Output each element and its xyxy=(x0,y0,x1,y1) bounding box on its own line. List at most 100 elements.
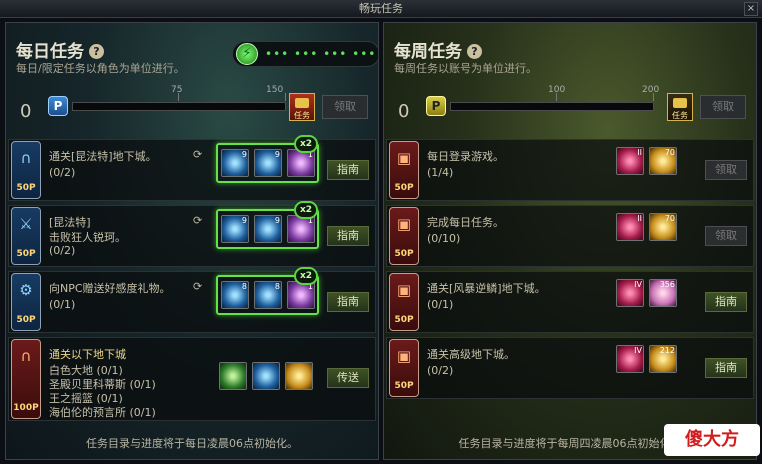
reward-items: IV 212 xyxy=(613,341,716,381)
dungeon-task-icon: ∩ 50P xyxy=(11,141,41,199)
task-progress: (0/10) xyxy=(427,232,461,245)
task-title: [昆法特] xyxy=(49,216,91,229)
weekly-task-row: ▣ 50P 通关[风暴逆鳞]地下城。 (0/1) IV 356 指南 xyxy=(386,271,754,333)
reward-item[interactable]: 70 xyxy=(649,147,677,175)
daily-title: 每日任务? xyxy=(16,37,104,62)
calendar-icon: ▣ 50P xyxy=(389,339,419,397)
daily-points: 0 xyxy=(20,101,32,122)
calendar-icon: ▣ 50P xyxy=(389,207,419,265)
guide-button[interactable]: 指南 xyxy=(327,292,369,312)
weekly-tick-end: 200 xyxy=(642,85,660,95)
reward-items: 9 9 1 x2 xyxy=(216,201,319,249)
help-icon[interactable]: ? xyxy=(467,44,482,59)
task-dungeon-line: 海伯伦的预言所 (0/1) xyxy=(49,406,156,419)
guide-button[interactable]: 指南 xyxy=(327,226,369,246)
task-progress: (0/1) xyxy=(427,298,454,311)
dungeon-gate-icon: ∩ 100P xyxy=(11,339,41,419)
claim-button[interactable]: 领取 xyxy=(705,160,747,180)
window-title: 畅玩任务 xyxy=(359,2,403,15)
daily-subtitle: 每日/限定任务以角色为单位进行。 xyxy=(16,62,185,75)
reward-item[interactable]: 212 xyxy=(649,345,677,373)
calendar-icon: ▣ 50P xyxy=(389,273,419,331)
points-icon: P xyxy=(48,96,68,116)
reward-item[interactable]: 1 xyxy=(287,215,315,243)
task-subtitle: 击败狂人锐珂。 xyxy=(49,231,126,244)
weekly-claim-button[interactable]: 领取 xyxy=(700,95,746,119)
task-title: 完成每日任务。 xyxy=(427,216,504,229)
fatigue-indicator: ⚡ ••• ••• ••• ••• xyxy=(232,41,378,67)
refresh-icon[interactable]: ⟳ xyxy=(193,214,202,227)
task-title: 通关高级地下城。 xyxy=(427,348,515,361)
sword-task-icon: ⚔ 50P xyxy=(11,207,41,265)
help-icon[interactable]: ? xyxy=(89,44,104,59)
daily-tick-end: 150 xyxy=(266,85,284,95)
weekly-subtitle: 每周任务以账号为单位进行。 xyxy=(394,62,537,75)
reward-item[interactable]: 9 xyxy=(221,149,249,177)
task-progress: (0/2) xyxy=(49,244,76,257)
double-reward-badge: x2 xyxy=(294,135,318,153)
refresh-icon[interactable]: ⟳ xyxy=(193,148,202,161)
reward-items: II 70 xyxy=(613,143,716,183)
reward-item[interactable]: 9 xyxy=(254,149,282,177)
daily-footer: 任务目录与进度将于每日凌晨06点初始化。 xyxy=(86,437,298,450)
reward-item[interactable]: 70 xyxy=(649,213,677,241)
points-icon: P xyxy=(426,96,446,116)
task-title: 通关[昆法特]地下城。 xyxy=(49,150,157,163)
reward-item[interactable]: IV xyxy=(616,345,644,373)
daily-tick-mid: 75 xyxy=(171,85,183,95)
reward-item[interactable]: 1 xyxy=(287,149,315,177)
task-title: 通关[风暴逆鳞]地下城。 xyxy=(427,282,546,295)
weekly-points: 0 xyxy=(398,101,410,122)
daily-task-row: ⚙ 50P 向NPC赠送好感度礼物。 (0/1) ⟳ 8 8 1 x2 指南 xyxy=(8,267,376,333)
reward-items: 8 8 1 x2 xyxy=(216,267,319,315)
close-button[interactable]: × xyxy=(744,2,758,16)
guide-button[interactable]: 指南 xyxy=(705,292,747,312)
double-reward-badge: x2 xyxy=(294,267,318,285)
reward-item[interactable]: IV xyxy=(616,279,644,307)
task-title: 每日登录游戏。 xyxy=(427,150,504,163)
claim-button[interactable]: 领取 xyxy=(705,226,747,246)
daily-task-row: ⚔ 50P [昆法特] 击败狂人锐珂。 (0/2) ⟳ 9 9 1 x2 指南 xyxy=(8,201,376,267)
task-progress: (1/4) xyxy=(427,166,454,179)
weekly-panel: 每周任务? 每周任务以账号为单位进行。 0 P 100 200 任务 领取 ▣ 5… xyxy=(383,22,757,460)
reward-chest-icon[interactable]: 任务 xyxy=(289,93,315,121)
reward-item[interactable] xyxy=(219,362,247,390)
reward-item[interactable] xyxy=(252,362,280,390)
refresh-icon[interactable]: ⟳ xyxy=(193,280,202,293)
calendar-icon: ▣ 50P xyxy=(389,141,419,199)
reward-items: 9 9 1 x2 xyxy=(216,135,319,183)
reward-chest-icon[interactable]: 任务 xyxy=(667,93,693,121)
reward-item[interactable]: 1 xyxy=(287,281,315,309)
task-progress: (0/2) xyxy=(49,166,76,179)
fatigue-dots: ••• ••• ••• ••• xyxy=(265,47,377,61)
weekly-task-row: ▣ 50P 完成每日任务。 (0/10) II 70 领取 xyxy=(386,205,754,267)
task-title: 通关以下地下城 xyxy=(49,348,126,361)
guide-button[interactable]: 指南 xyxy=(327,160,369,180)
reward-items: II 70 xyxy=(613,209,716,249)
window-titlebar: 畅玩任务 × xyxy=(0,0,762,18)
reward-item[interactable]: 8 xyxy=(254,281,282,309)
reward-item[interactable]: II xyxy=(616,213,644,241)
weekly-progress-bar xyxy=(450,102,654,111)
task-progress: (0/1) xyxy=(49,298,76,311)
weekly-tick-mid: 100 xyxy=(548,85,566,95)
daily-panel: 每日任务? 每日/限定任务以角色为单位进行。 ⚡ ••• ••• ••• •••… xyxy=(5,22,379,460)
reward-item[interactable]: 8 xyxy=(221,281,249,309)
teleport-button[interactable]: 传送 xyxy=(327,368,369,388)
reward-item[interactable] xyxy=(285,362,313,390)
lightning-icon: ⚡ xyxy=(236,43,258,65)
task-progress: (0/2) xyxy=(427,364,454,377)
reward-item[interactable]: II xyxy=(616,147,644,175)
guide-button[interactable]: 指南 xyxy=(705,358,747,378)
tick-mark xyxy=(285,93,286,101)
reward-item[interactable]: 356 xyxy=(649,279,677,307)
task-title: 向NPC赠送好感度礼物。 xyxy=(49,282,171,295)
reward-item[interactable]: 9 xyxy=(221,215,249,243)
gear-icon: ⚙ 50P xyxy=(11,273,41,331)
reward-items: IV 356 xyxy=(613,275,716,315)
daily-claim-button[interactable]: 领取 xyxy=(322,95,368,119)
daily-progress-bar xyxy=(72,102,286,111)
reward-items xyxy=(216,358,319,398)
reward-item[interactable]: 9 xyxy=(254,215,282,243)
weekly-task-row: ▣ 50P 每日登录游戏。 (1/4) II 70 领取 xyxy=(386,139,754,201)
